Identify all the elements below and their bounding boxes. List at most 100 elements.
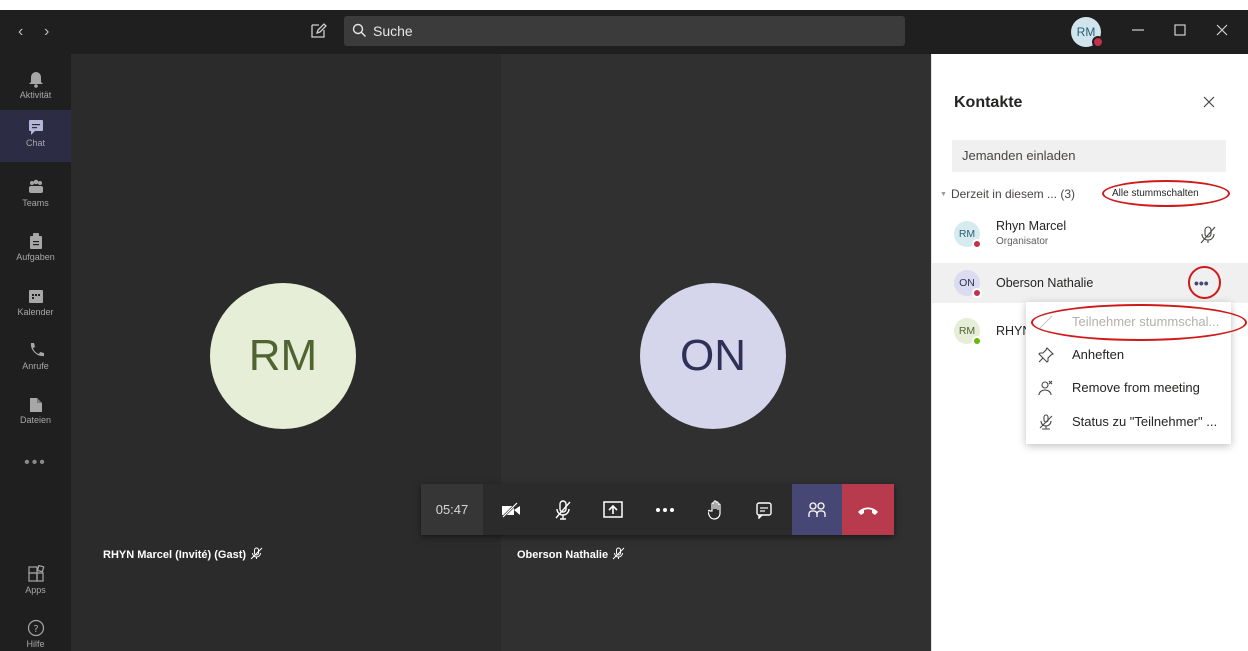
participant-name: Oberson Nathalie xyxy=(517,549,609,561)
search-input[interactable]: Suche xyxy=(344,16,905,46)
apps-icon xyxy=(27,565,44,582)
invite-input[interactable]: Jemanden einladen xyxy=(952,140,1226,172)
compose-icon[interactable] xyxy=(309,22,327,40)
avatar[interactable]: RM xyxy=(1071,17,1104,48)
menu-item-make-attendee[interactable]: Status zu "Teilnehmer" ... xyxy=(1026,406,1231,438)
rail-item-activity[interactable]: Aktivität xyxy=(0,62,71,114)
rail-label: Teams xyxy=(22,198,49,208)
participant-name-label: Oberson Nathalie xyxy=(517,547,625,561)
participant-name-label: RHYN Marcel (Invité) (Gast) xyxy=(103,547,263,561)
files-icon xyxy=(29,398,42,412)
rail-item-files[interactable]: Dateien xyxy=(0,387,71,439)
search-placeholder: Suche xyxy=(373,23,413,39)
rail-item-calls[interactable]: Anrufe xyxy=(0,333,71,385)
participant-tile[interactable]: RM RHYN Marcel (Invité) (Gast) xyxy=(71,54,501,651)
menu-item-label: Remove from meeting xyxy=(1072,380,1200,395)
rail-label: Aktivität xyxy=(19,90,52,100)
mic-off-icon xyxy=(555,499,571,520)
rail-label: Aufgaben xyxy=(16,252,55,262)
participant-avatar: RM xyxy=(210,283,356,429)
avatar-initials: ON xyxy=(959,277,975,289)
menu-item-remove-from-meeting[interactable]: Remove from meeting xyxy=(1026,372,1231,404)
call-timer: 05:47 xyxy=(421,484,483,535)
participants-icon xyxy=(808,501,826,517)
rail-label: Anrufe xyxy=(22,361,49,371)
participant-name: RHYN Marcel (Invité) (Gast) xyxy=(103,549,247,561)
teams-icon xyxy=(28,179,43,193)
avatar-initials: RM xyxy=(1076,25,1096,39)
phone-icon xyxy=(30,343,44,357)
more-actions-button[interactable] xyxy=(645,484,685,535)
rail-item-apps[interactable]: Apps xyxy=(0,557,71,609)
rail-item-tasks[interactable]: Aufgaben xyxy=(0,224,71,276)
more-icon xyxy=(656,507,674,512)
rail-item-help[interactable]: ? Hilfe xyxy=(0,611,71,651)
mic-off-icon xyxy=(612,547,625,560)
remove-person-icon xyxy=(1038,380,1053,396)
status-busy-icon xyxy=(972,288,982,298)
chat-toggle-button[interactable] xyxy=(744,484,784,535)
section-header[interactable]: ▼ Derzeit in diesem ... (3) xyxy=(940,187,1075,201)
avatar: RM xyxy=(954,221,982,249)
more-apps-icon[interactable]: ••• xyxy=(0,454,71,472)
minimize-icon[interactable] xyxy=(1128,20,1148,40)
raise-hand-icon xyxy=(708,499,721,520)
call-controls: 05:47 xyxy=(421,484,894,535)
menu-item-label: Anheften xyxy=(1072,347,1125,362)
back-icon[interactable]: ‹ xyxy=(18,22,23,42)
rail-label: Chat xyxy=(25,138,45,148)
video-off-icon xyxy=(502,501,520,518)
share-icon xyxy=(603,500,623,518)
participant-tile[interactable]: ON Oberson Nathalie xyxy=(501,54,931,651)
app-rail: Aktivität Chat Teams Aufgaben Kalender A… xyxy=(0,54,71,651)
bell-icon xyxy=(28,72,43,88)
chat-icon xyxy=(28,120,43,135)
avatar-initials: RM xyxy=(958,228,976,240)
mic-toggle-button[interactable] xyxy=(543,484,583,535)
chat-icon xyxy=(756,501,772,519)
rail-item-chat[interactable]: Chat xyxy=(0,110,71,162)
close-icon[interactable] xyxy=(1212,20,1232,40)
make-attendee-icon xyxy=(1039,414,1053,430)
participant-list-item[interactable]: RM Rhyn Marcel Organisator xyxy=(932,214,1248,254)
avatar-initials: RM xyxy=(958,325,976,337)
collapse-icon: ▼ xyxy=(940,191,947,198)
title-bar: ‹ › Suche RM xyxy=(0,10,1248,54)
raise-hand-button[interactable] xyxy=(696,484,736,535)
participant-name: Oberson Nathalie xyxy=(996,276,1094,290)
participant-avatar: ON xyxy=(640,283,786,429)
calendar-icon xyxy=(28,290,43,303)
rail-label: Dateien xyxy=(19,415,52,425)
status-available-icon xyxy=(972,336,982,346)
camera-toggle-button[interactable] xyxy=(491,484,531,535)
highlight-callout xyxy=(1188,266,1221,299)
menu-item-label: Status zu "Teilnehmer" ... xyxy=(1072,414,1218,429)
status-busy-icon xyxy=(1092,36,1104,48)
status-busy-icon xyxy=(972,239,982,249)
rail-label: Hilfe xyxy=(26,639,45,649)
search-icon xyxy=(352,23,366,37)
svg-text:?: ? xyxy=(33,624,38,635)
participants-button[interactable] xyxy=(792,484,842,535)
help-icon: ? xyxy=(27,619,44,637)
close-icon[interactable] xyxy=(1201,94,1217,110)
mic-off-icon[interactable] xyxy=(1200,226,1216,244)
hangup-button[interactable] xyxy=(842,484,894,535)
maximize-icon[interactable] xyxy=(1170,20,1190,40)
menu-item-pin[interactable]: Anheften xyxy=(1026,339,1231,371)
share-screen-button[interactable] xyxy=(593,484,633,535)
rail-label: Kalender xyxy=(17,307,54,317)
section-label: Derzeit in diesem ... xyxy=(950,187,1057,201)
participant-role: Organisator xyxy=(996,236,1049,247)
panel-title: Kontakte xyxy=(954,94,1023,111)
highlight-callout xyxy=(1102,180,1230,207)
mic-off-icon xyxy=(250,547,263,560)
highlight-callout xyxy=(1031,304,1247,341)
avatar: RM xyxy=(954,318,982,346)
forward-icon[interactable]: › xyxy=(44,22,49,42)
meeting-stage: RM RHYN Marcel (Invité) (Gast) ON Oberso… xyxy=(71,54,931,651)
rail-item-calendar[interactable]: Kalender xyxy=(0,279,71,331)
pin-icon xyxy=(1038,347,1054,363)
hangup-icon xyxy=(858,507,878,515)
rail-item-teams[interactable]: Teams xyxy=(0,170,71,222)
